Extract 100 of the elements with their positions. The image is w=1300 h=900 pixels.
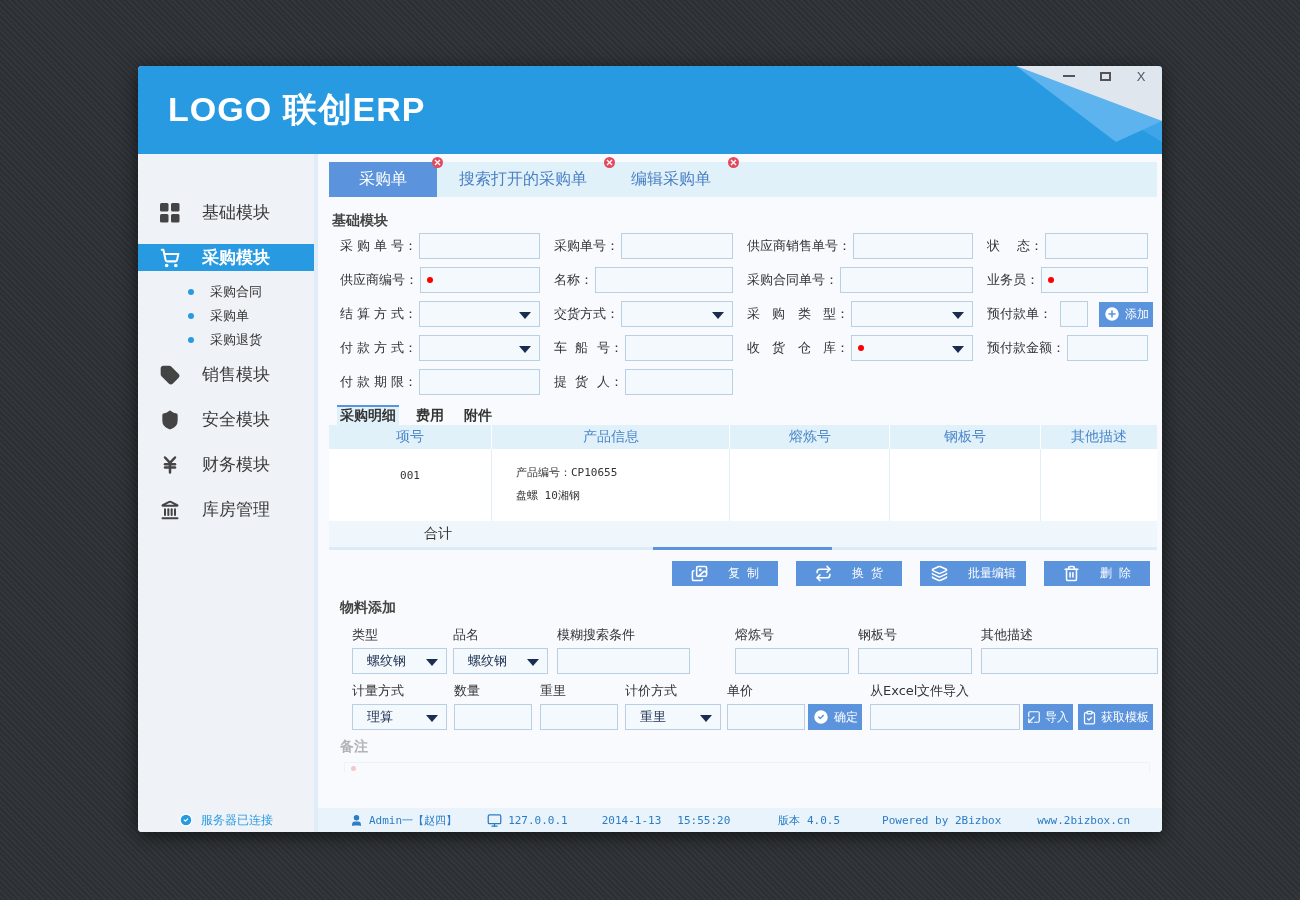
scrollbar-thumb[interactable]	[653, 547, 832, 550]
connection-status: 服务器已连接	[201, 811, 273, 829]
input-field[interactable]	[624, 369, 733, 395]
grid-icon	[160, 202, 180, 223]
field-label: 采 购 单 号：	[340, 237, 418, 255]
input-field[interactable]	[1041, 267, 1148, 293]
monitor-icon	[487, 812, 503, 828]
input-field[interactable]	[420, 267, 540, 293]
dropdown-caret-icon	[700, 715, 712, 722]
app-logo: LOGO 联创ERP	[168, 89, 426, 130]
tab[interactable]: 编辑采购单	[609, 162, 733, 197]
field-label: 供应商销售单号：	[747, 237, 851, 255]
close-button[interactable]: X	[1130, 68, 1152, 84]
field-label: 供应商编号：	[340, 271, 418, 289]
field-label: 计量方式	[352, 682, 405, 697]
field-label: 结 算 方 式：	[340, 305, 418, 323]
field-label: 提 货 人：	[554, 373, 623, 391]
clipboard-icon	[1082, 709, 1097, 725]
close-tab-icon[interactable]	[728, 157, 739, 168]
repeat-icon	[814, 565, 832, 582]
sidebar-item[interactable]: 基础模块	[138, 199, 314, 226]
dropdown-caret-icon	[712, 312, 724, 319]
select-field[interactable]	[851, 301, 973, 327]
input-field[interactable]	[595, 267, 733, 293]
bullet-icon	[188, 289, 194, 295]
field-label: 预付款单：	[987, 305, 1052, 323]
field-label: 预付款金额：	[987, 339, 1065, 357]
input-field[interactable]	[557, 648, 690, 674]
input-field[interactable]	[1067, 335, 1148, 361]
check-icon	[812, 708, 830, 726]
select-field[interactable]: 螺纹钢	[352, 648, 447, 674]
required-dot-icon	[427, 277, 433, 283]
tab[interactable]: 采购明细	[337, 405, 399, 425]
user-icon	[350, 813, 363, 827]
required-dot-icon	[858, 345, 865, 351]
close-tab-icon[interactable]	[432, 157, 443, 168]
input-field[interactable]	[981, 648, 1158, 674]
input-field[interactable]	[454, 704, 532, 730]
input-field[interactable]	[419, 233, 540, 259]
product-info-text: 盘螺 10湘钢	[516, 488, 581, 503]
select-field[interactable]	[419, 335, 540, 361]
column-header: 项号	[329, 425, 491, 449]
input-field[interactable]	[540, 704, 618, 730]
tab[interactable]: 搜索打开的采购单	[437, 162, 609, 197]
field-label: 模糊搜索条件	[557, 626, 636, 641]
field-label: 单价	[727, 682, 754, 697]
input-field[interactable]	[621, 233, 733, 259]
select-field[interactable]	[419, 301, 540, 327]
field-label: 重里	[540, 682, 567, 697]
status-text: Powered by 2Bizbox	[882, 813, 1002, 827]
sidebar-item[interactable]: 安全模块	[138, 406, 314, 433]
input-field[interactable]	[624, 335, 733, 361]
sidebar-item[interactable]: 财务模块	[138, 451, 314, 478]
tab[interactable]: 附件	[461, 405, 495, 425]
tab[interactable]: 费用	[413, 405, 447, 425]
input-field[interactable]	[858, 648, 972, 674]
status-text: 版本 4.0.5	[778, 812, 841, 828]
select-field[interactable]: 重里	[625, 704, 721, 730]
close-tab-icon[interactable]	[604, 157, 615, 168]
column-header: 产品信息	[491, 425, 729, 449]
select-field[interactable]: 理算	[352, 704, 447, 730]
section-title: 基础模块	[332, 212, 389, 230]
total-label: 合计	[424, 525, 452, 543]
column-header: 其他描述	[1040, 425, 1157, 449]
column-header: 钢板号	[889, 425, 1040, 449]
layers-icon	[930, 565, 948, 582]
select-field[interactable]	[851, 335, 973, 361]
minimize-icon	[1063, 75, 1075, 77]
sidebar-item[interactable]: 销售模块	[138, 361, 314, 388]
bullet-icon	[188, 313, 194, 319]
section-title: 物料添加	[340, 599, 397, 617]
select-field[interactable]	[621, 301, 733, 327]
sidebar-subitem[interactable]: 采购单	[138, 304, 314, 328]
input-field[interactable]	[1060, 301, 1088, 327]
input-field[interactable]	[735, 648, 849, 674]
dropdown-caret-icon	[519, 312, 531, 319]
field-label: 钢板号	[858, 626, 898, 641]
sidebar-subitem[interactable]: 采购退货	[138, 328, 314, 352]
select-field[interactable]: 螺纹钢	[453, 648, 548, 674]
input-field[interactable]	[853, 233, 973, 259]
sidebar-item[interactable]: 库房管理	[138, 496, 314, 523]
input-field[interactable]	[870, 704, 1020, 730]
field-label: 其他描述	[981, 626, 1034, 641]
input-field[interactable]	[419, 369, 540, 395]
field-label: 车 船 号：	[554, 339, 623, 357]
dropdown-caret-icon	[952, 346, 964, 353]
pictures-icon	[690, 565, 708, 582]
field-label: 类型	[352, 626, 379, 641]
input-field[interactable]	[840, 267, 973, 293]
field-label: 业务员：	[987, 271, 1039, 289]
dropdown-caret-icon	[952, 312, 964, 319]
dropdown-caret-icon	[426, 715, 438, 722]
sidebar-subitem[interactable]: 采购合同	[138, 280, 314, 304]
field-label: 状 态：	[987, 237, 1043, 255]
required-dot-icon	[1048, 277, 1054, 283]
maximize-icon	[1099, 71, 1111, 81]
input-field[interactable]	[727, 704, 805, 730]
status-text: www.2bizbox.cn	[1037, 813, 1130, 827]
input-field[interactable]	[1044, 233, 1148, 259]
check-icon	[179, 813, 193, 827]
